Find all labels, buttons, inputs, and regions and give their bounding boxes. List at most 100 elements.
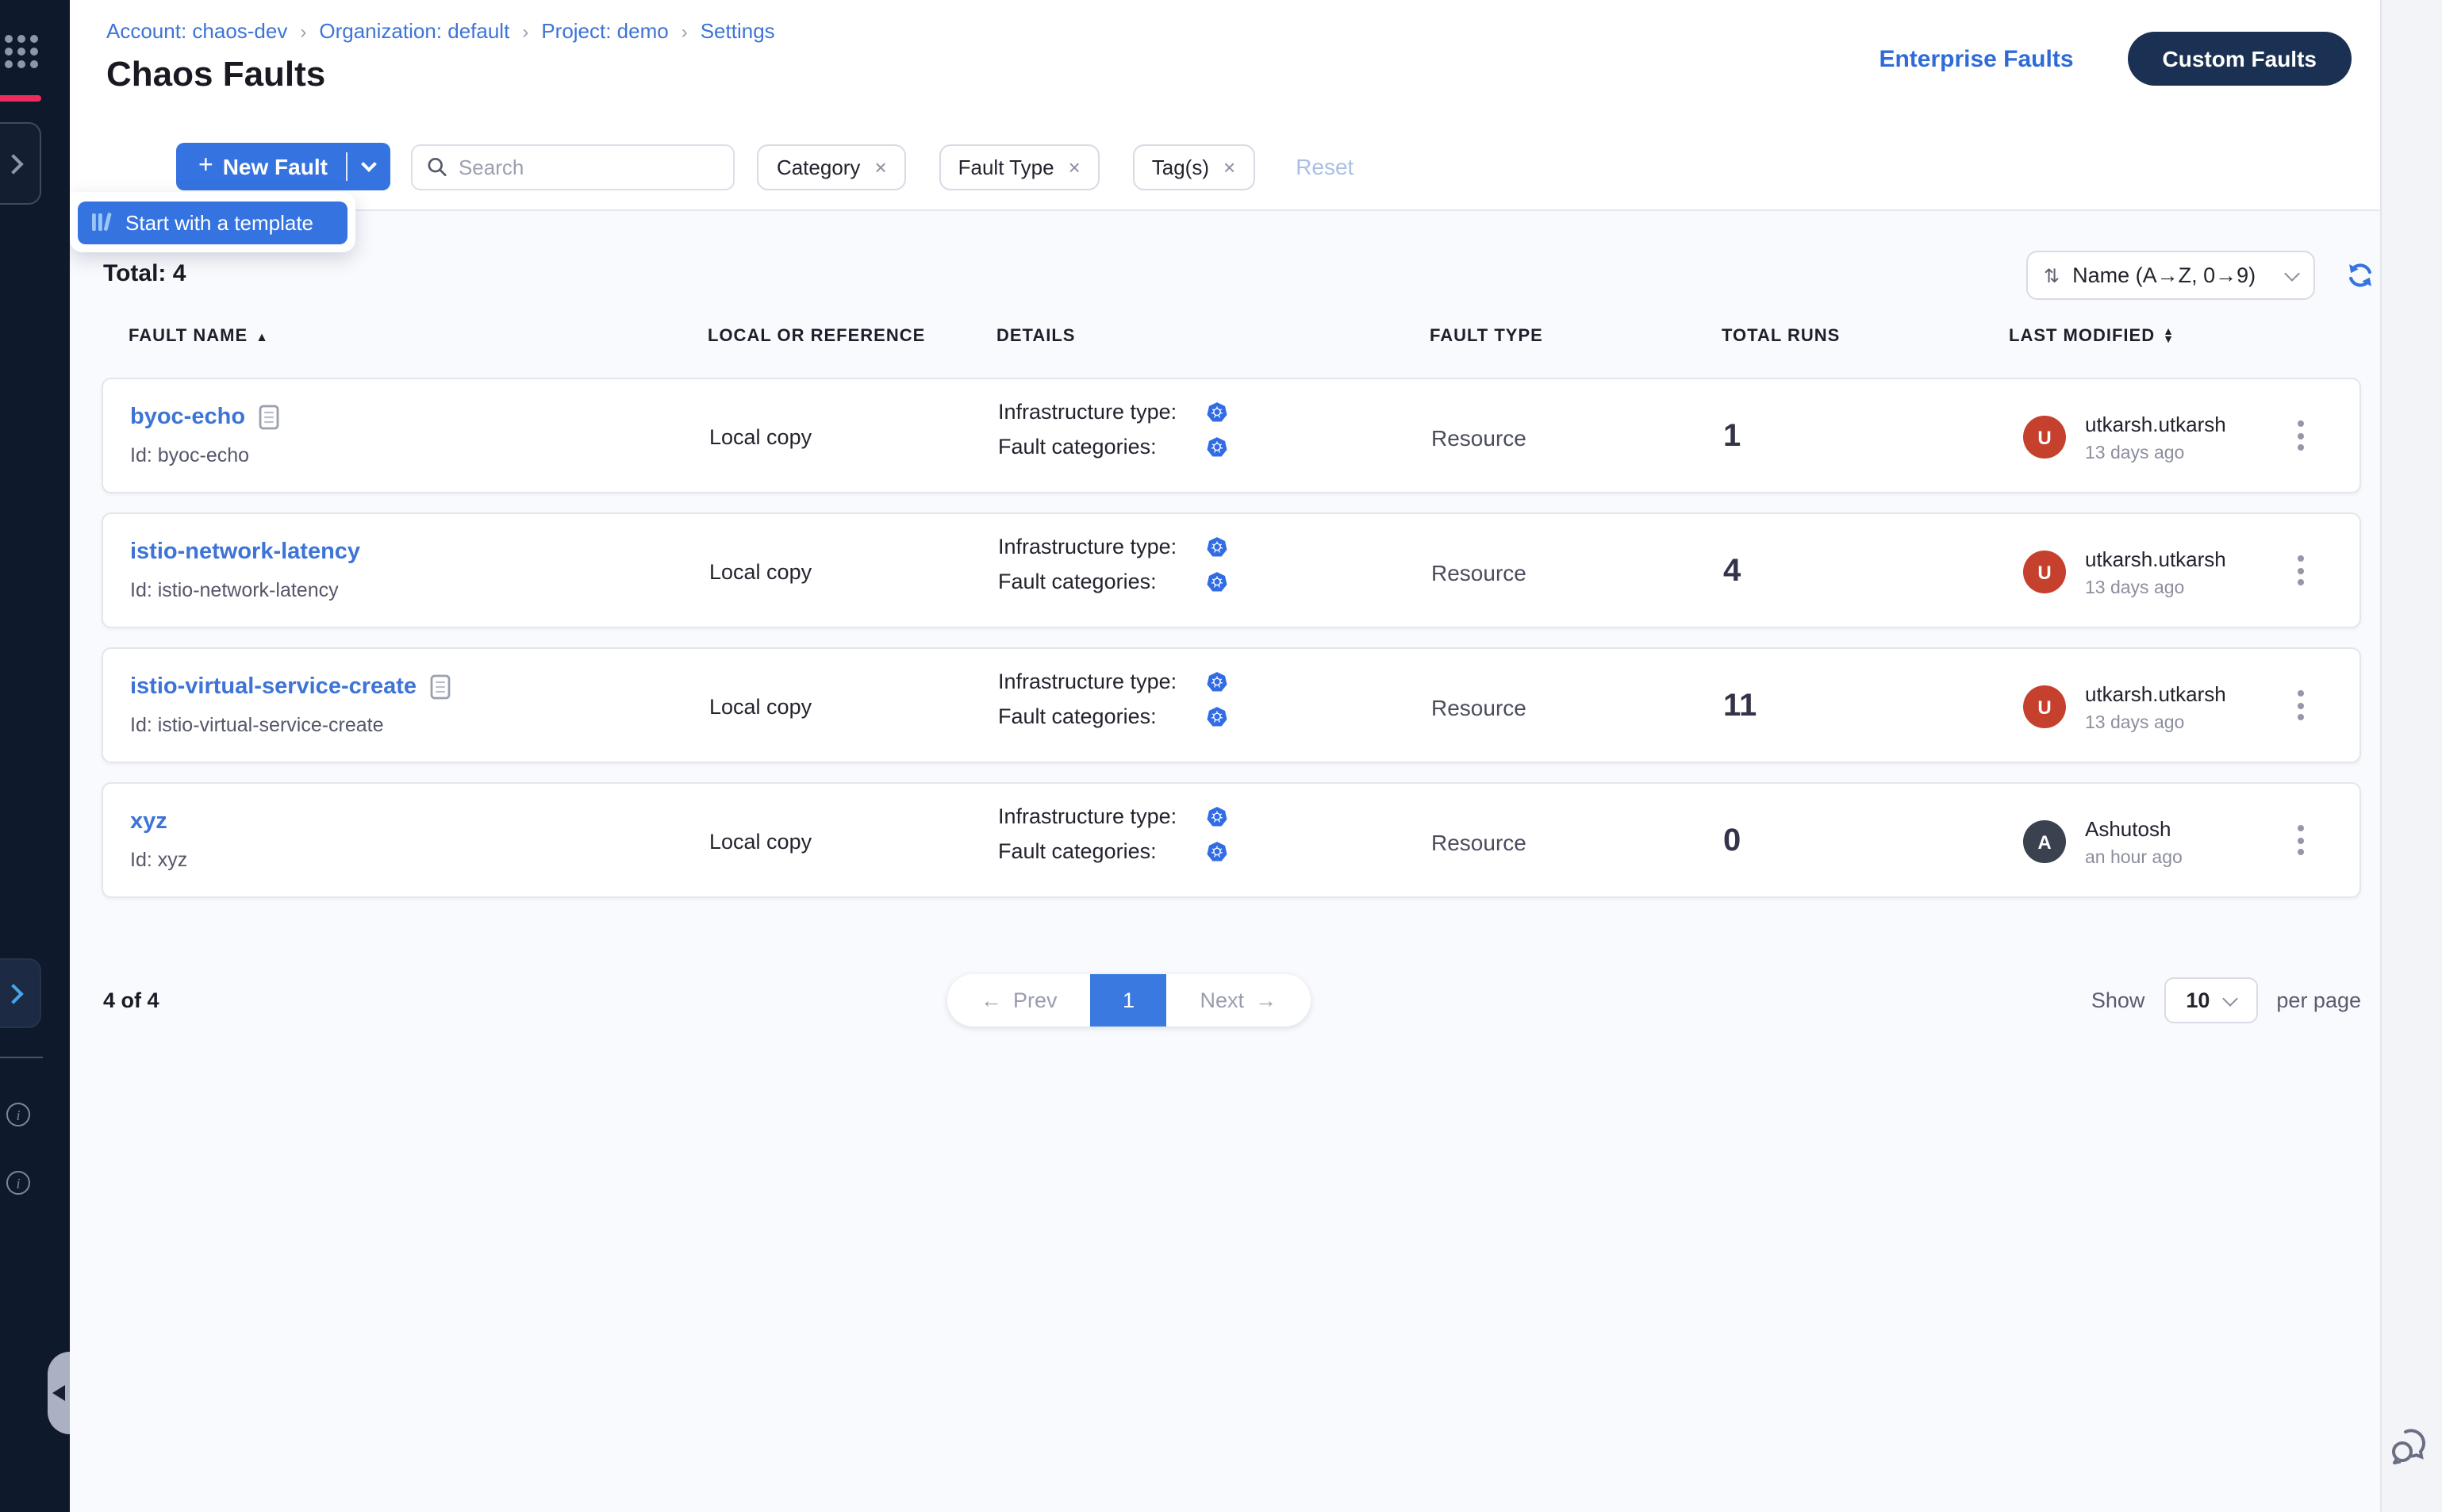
fault-id: Id: istio-virtual-service-create [130,714,450,736]
fault-categories-label: Fault categories: [998,704,1206,728]
row-menu-button[interactable] [2298,420,2304,451]
show-label: Show [2091,988,2145,1012]
table-row[interactable]: xyz Id: xyz Local copy Infrastructure ty… [102,782,2361,898]
nav-expand-button[interactable] [0,122,41,205]
new-fault-label: New Fault [223,154,328,179]
avatar: A [2023,820,2066,863]
breadcrumb-separator: › [682,20,688,42]
local-or-reference-value: Local copy [709,379,812,495]
prev-page-button[interactable]: ← Prev [947,974,1091,1027]
fault-categories-label: Fault categories: [998,435,1206,459]
sort-asc-icon: ▲ [255,329,269,343]
modified-by-user: utkarsh.utkarsh [2085,412,2226,436]
page-size-value: 10 [2186,988,2210,1012]
breadcrumb-settings[interactable]: Settings [701,19,775,43]
close-icon[interactable]: × [1069,155,1081,178]
local-or-reference-value: Local copy [709,514,812,630]
total-runs-value: 0 [1723,784,1741,900]
app-grid-icon[interactable] [5,35,38,68]
table-row[interactable]: istio-virtual-service-create Id: istio-v… [102,647,2361,763]
fault-id: Id: xyz [130,849,187,871]
rail-divider [0,1057,43,1058]
total-runs-value: 11 [1723,649,1757,765]
table-row[interactable]: byoc-echo Id: byoc-echo Local copy Infra… [102,378,2361,493]
arrow-left-icon: ← [981,988,1002,1012]
total-runs-value: 4 [1723,514,1741,630]
custom-faults-button[interactable]: Custom Faults [2128,32,2352,86]
modified-time: 13 days ago [2085,578,2226,597]
close-icon[interactable]: × [874,155,886,178]
menu-item-label: Start with a template [125,210,313,234]
menu-item-start-with-template[interactable]: Start with a template [78,201,347,244]
page-number-active[interactable]: 1 [1091,974,1167,1027]
triangle-left-icon [52,1385,65,1401]
new-fault-button[interactable]: + New Fault [176,143,391,190]
sort-both-icon: ▲▼ [2163,328,2175,344]
active-module-indicator [0,95,41,102]
close-icon[interactable]: × [1223,155,1235,178]
avatar: U [2023,416,2066,459]
sort-select[interactable]: ⇅ Name (A→Z, 0→9) [2026,251,2315,300]
new-fault-dropdown-menu: Start with a template [70,192,355,252]
toolbar: + New Fault Category × [176,143,1353,190]
table-row[interactable]: istio-network-latency Id: istio-network-… [102,512,2361,628]
fault-name-link[interactable]: istio-network-latency [130,539,360,565]
row-menu-button[interactable] [2298,690,2304,720]
filter-chip-tags[interactable]: Tag(s) × [1133,144,1254,190]
kubernetes-icon [1206,670,1228,693]
info-icon[interactable]: i [6,1171,30,1195]
total-runs-value: 1 [1723,379,1741,495]
filter-chip-label: Category [777,155,861,178]
local-or-reference-value: Local copy [709,649,812,765]
local-or-reference-value: Local copy [709,784,812,900]
search-input[interactable] [459,155,720,178]
breadcrumb-project[interactable]: Project: demo [541,19,668,43]
breadcrumb-separator: › [522,20,528,42]
support-chat-icon[interactable] [2386,1423,2434,1479]
breadcrumb-account[interactable]: Account: chaos-dev [106,19,287,43]
reset-filters-link[interactable]: Reset [1296,154,1353,179]
filter-chip-category[interactable]: Category × [758,144,906,190]
search-field[interactable] [412,144,735,190]
new-fault-dropdown-toggle[interactable] [348,163,391,170]
page-title: Chaos Faults [106,54,325,95]
fault-type-value: Resource [1431,379,1526,495]
row-menu-button[interactable] [2298,825,2304,855]
copy-icon[interactable] [429,674,450,700]
filter-chip-fault-type[interactable]: Fault Type × [939,144,1100,190]
nav-expand-button-secondary[interactable] [0,958,41,1028]
column-last-modified[interactable]: LAST MODIFIED ▲▼ [2009,327,2175,346]
breadcrumb-organization[interactable]: Organization: default [319,19,509,43]
kubernetes-icon [1206,436,1228,458]
fault-name-link[interactable]: xyz [130,809,167,835]
modified-by-user: utkarsh.utkarsh [2085,681,2226,705]
infrastructure-type-label: Infrastructure type: [998,535,1206,558]
enterprise-faults-link[interactable]: Enterprise Faults [1879,45,2073,72]
row-menu-button[interactable] [2298,555,2304,585]
refresh-button[interactable] [2345,260,2375,290]
page-header: Account: chaos-dev › Organization: defau… [70,0,2380,211]
fault-id: Id: istio-network-latency [130,579,360,601]
left-nav-rail: i i [0,0,70,1512]
infrastructure-type-label: Infrastructure type: [998,400,1206,424]
next-page-button[interactable]: Next → [1167,974,1311,1027]
sort-select-value: Name (A→Z, 0→9) [2072,263,2274,287]
sidebar-collapse-handle[interactable] [48,1352,70,1434]
avatar: U [2023,685,2066,728]
breadcrumb: Account: chaos-dev › Organization: defau… [106,19,775,43]
total-count: Total: 4 [103,260,186,287]
column-details: DETAILS [996,327,1076,346]
copy-icon[interactable] [258,405,278,430]
fault-categories-label: Fault categories: [998,570,1206,593]
fault-type-value: Resource [1431,784,1526,900]
info-icon[interactable]: i [6,1103,30,1126]
fault-categories-label: Fault categories: [998,839,1206,863]
modified-time: an hour ago [2085,848,2183,867]
modified-time: 13 days ago [2085,713,2226,732]
fault-name-link[interactable]: byoc-echo [130,405,245,430]
page-size-select[interactable]: 10 [2164,977,2257,1023]
chevron-down-icon [2222,990,2238,1006]
fault-type-value: Resource [1431,514,1526,630]
fault-name-link[interactable]: istio-virtual-service-create [130,674,417,700]
column-fault-name[interactable]: FAULT NAME ▲ [129,327,269,346]
